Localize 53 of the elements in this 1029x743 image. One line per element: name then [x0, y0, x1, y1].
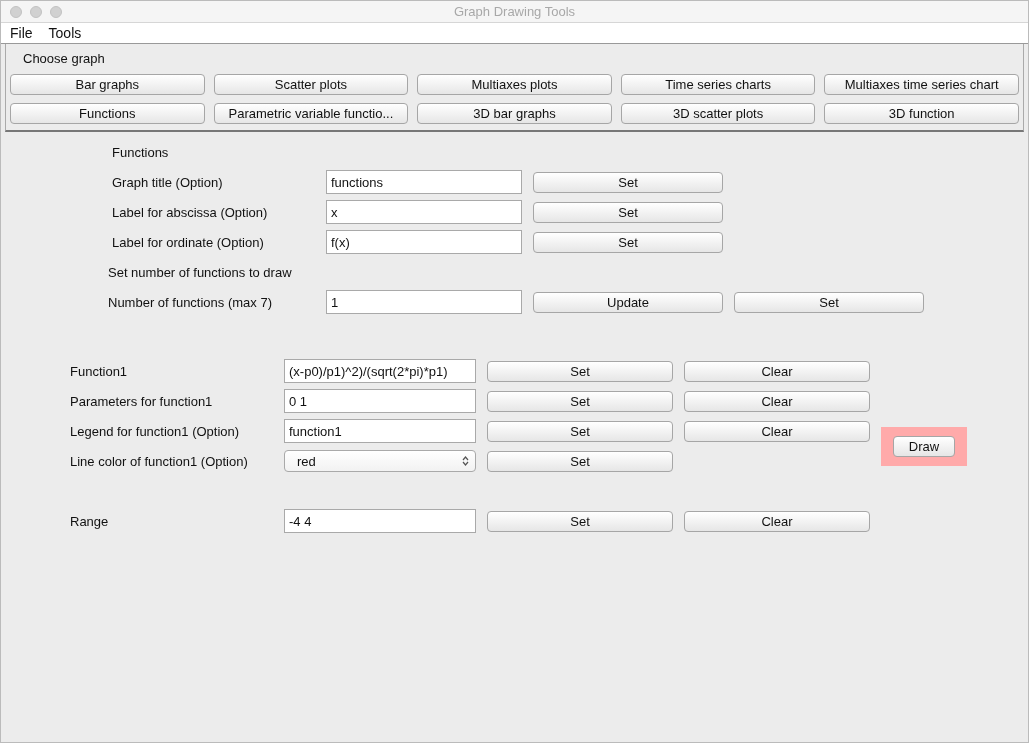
field-label: Line color of function1 (Option)	[70, 453, 249, 469]
field-label: Label for abscissa (Option)	[111, 204, 269, 220]
set-button[interactable]: Set	[487, 450, 673, 472]
clear-button[interactable]: Clear	[684, 390, 870, 412]
field-label: Parameters for function1	[70, 393, 214, 409]
input-field[interactable]: functions	[326, 170, 522, 194]
clear-button[interactable]: Clear	[684, 420, 870, 442]
window-title: Graph Drawing Tools	[453, 4, 576, 19]
graph-type-button[interactable]: 3D function	[824, 103, 1019, 124]
set-button[interactable]: Set	[487, 420, 673, 442]
color-dropdown[interactable]: red	[284, 450, 476, 472]
field-label: Number of functions (max 7)	[108, 294, 273, 310]
draw-button[interactable]: Draw	[893, 435, 955, 457]
graph-type-button[interactable]: 3D scatter plots	[620, 103, 816, 124]
set-button[interactable]: Set	[487, 510, 673, 532]
menu-item[interactable]: File	[10, 25, 33, 41]
window-control-icon[interactable]	[10, 6, 22, 18]
section-heading: Set number of functions to draw	[108, 264, 293, 280]
input-field[interactable]: x	[326, 200, 522, 224]
clear-button[interactable]: Clear	[684, 510, 870, 532]
field-label: Legend for function1 (Option)	[70, 423, 241, 439]
menu-item[interactable]: Tools	[48, 25, 82, 41]
clear-button[interactable]: Clear	[684, 360, 870, 382]
graph-type-button[interactable]: Functions	[10, 103, 205, 124]
input-field[interactable]: -4 4	[284, 509, 476, 533]
graph-type-button[interactable]: Bar graphs	[10, 74, 205, 95]
input-field[interactable]: f(x)	[326, 230, 522, 254]
field-label: Function1	[70, 363, 129, 379]
graph-type-button[interactable]: Multiaxes time series chart	[824, 74, 1019, 95]
window-control-icon[interactable]	[30, 6, 42, 18]
graph-type-button[interactable]: Multiaxes plots	[417, 74, 612, 95]
input-field[interactable]: 0 1	[284, 389, 476, 413]
graph-type-button[interactable]: Time series charts	[620, 74, 816, 95]
input-field[interactable]: (x-p0)/p1)^2)/(sqrt(2*pi)*p1)	[284, 359, 476, 383]
window-control-icon[interactable]	[50, 6, 62, 18]
graph-type-button[interactable]: Scatter plots	[213, 74, 409, 95]
section-label: Choose graph	[22, 50, 106, 68]
update-button[interactable]: Update	[533, 291, 723, 313]
set-button[interactable]: Set	[487, 360, 673, 382]
set-button[interactable]: Set	[533, 171, 723, 193]
section-heading: Functions	[111, 144, 170, 160]
graph-type-button[interactable]: Parametric variable functio...	[213, 103, 409, 124]
up-down-arrows-icon	[462, 456, 469, 466]
field-label: Label for ordinate (Option)	[111, 234, 265, 250]
field-label: Graph title (Option)	[111, 174, 224, 190]
set-button[interactable]: Set	[734, 291, 924, 313]
graph-type-button[interactable]: 3D bar graphs	[417, 103, 612, 124]
set-button[interactable]: Set	[533, 201, 723, 223]
set-button[interactable]: Set	[533, 231, 723, 253]
input-field[interactable]: function1	[284, 419, 476, 443]
field-label: Range	[70, 513, 110, 529]
input-field[interactable]: 1	[326, 290, 522, 314]
set-button[interactable]: Set	[487, 390, 673, 412]
